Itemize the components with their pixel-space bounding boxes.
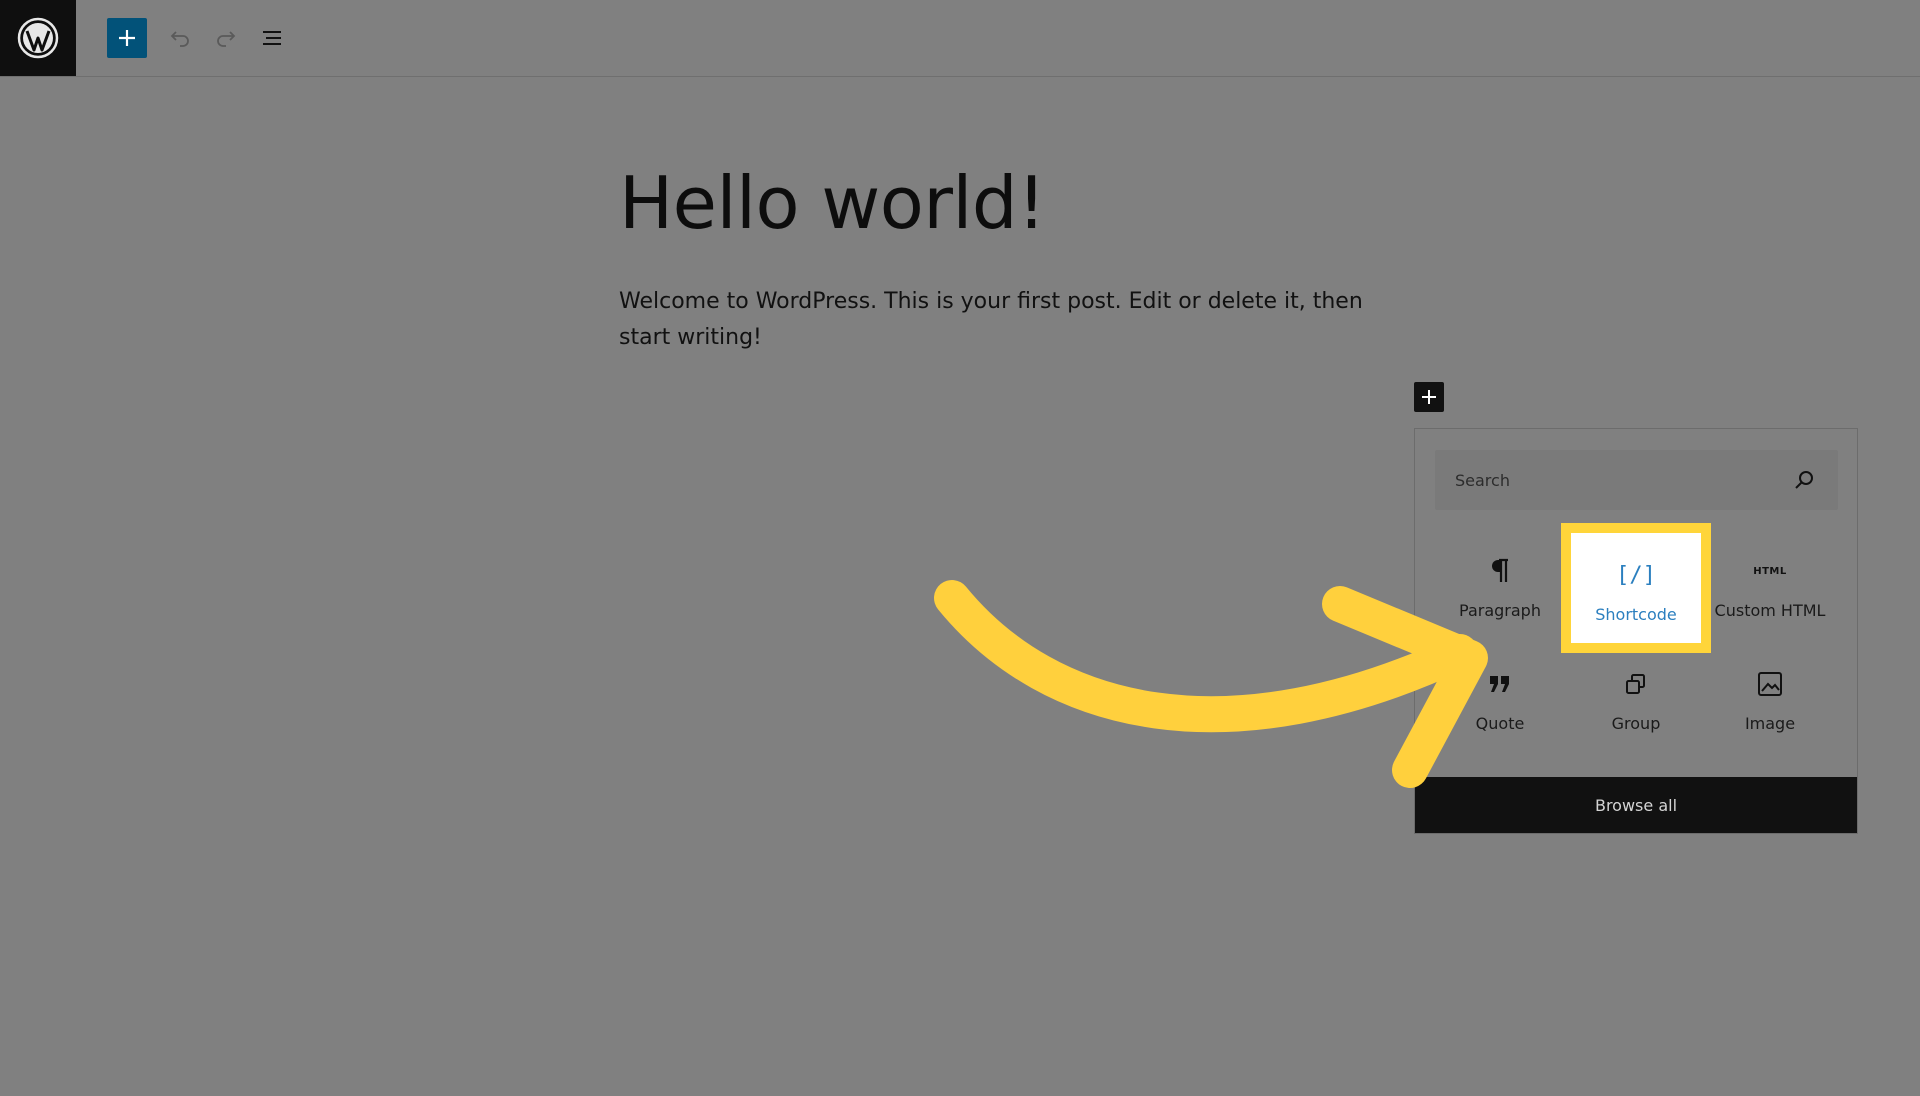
html-icon: HTML [1753,551,1787,591]
block-label: Shortcode [1595,605,1677,624]
plus-icon [119,30,135,46]
block-paragraph[interactable]: Paragraph [1435,529,1565,639]
add-block-button[interactable] [107,18,147,58]
editor-canvas: Hello world! Welcome to WordPress. This … [619,160,1379,356]
block-search-input[interactable] [1435,450,1775,510]
block-search [1435,450,1838,510]
search-icon [1795,471,1813,489]
block-label: Group [1611,714,1661,733]
block-label: Paragraph [1459,601,1541,620]
block-quote[interactable]: Quote [1435,642,1565,752]
block-label: Custom HTML [1714,601,1826,620]
post-title[interactable]: Hello world! [619,160,1379,246]
redo-button[interactable] [206,18,246,58]
wordpress-logo-icon[interactable] [0,0,76,76]
image-icon [1757,664,1783,704]
plus-icon [1422,390,1436,404]
undo-button[interactable] [160,18,200,58]
html-icon-text: HTML [1753,565,1787,577]
block-label: Quote [1475,714,1525,733]
list-view-button[interactable] [252,18,292,58]
undo-icon [170,31,189,47]
inline-add-block-button[interactable] [1414,382,1444,412]
block-image[interactable]: Image [1705,642,1835,752]
quote-icon [1488,664,1512,704]
block-custom-html[interactable]: HTML Custom HTML [1705,529,1835,639]
editor-toolbar [0,0,1920,77]
list-view-icon [263,31,281,45]
shortcode-icon-text: [/] [1616,562,1656,588]
group-icon [1624,664,1648,704]
block-shortcode[interactable]: [/] Shortcode [1571,533,1701,643]
block-group[interactable]: Group [1571,642,1701,752]
highlight-frame: [/] Shortcode [1561,523,1711,653]
block-label: Image [1744,714,1796,733]
redo-icon [217,31,236,47]
post-paragraph[interactable]: Welcome to WordPress. This is your first… [619,284,1379,356]
paragraph-icon [1489,551,1511,591]
browse-all-button[interactable]: Browse all [1415,777,1857,833]
shortcode-icon: [/] [1616,555,1656,595]
